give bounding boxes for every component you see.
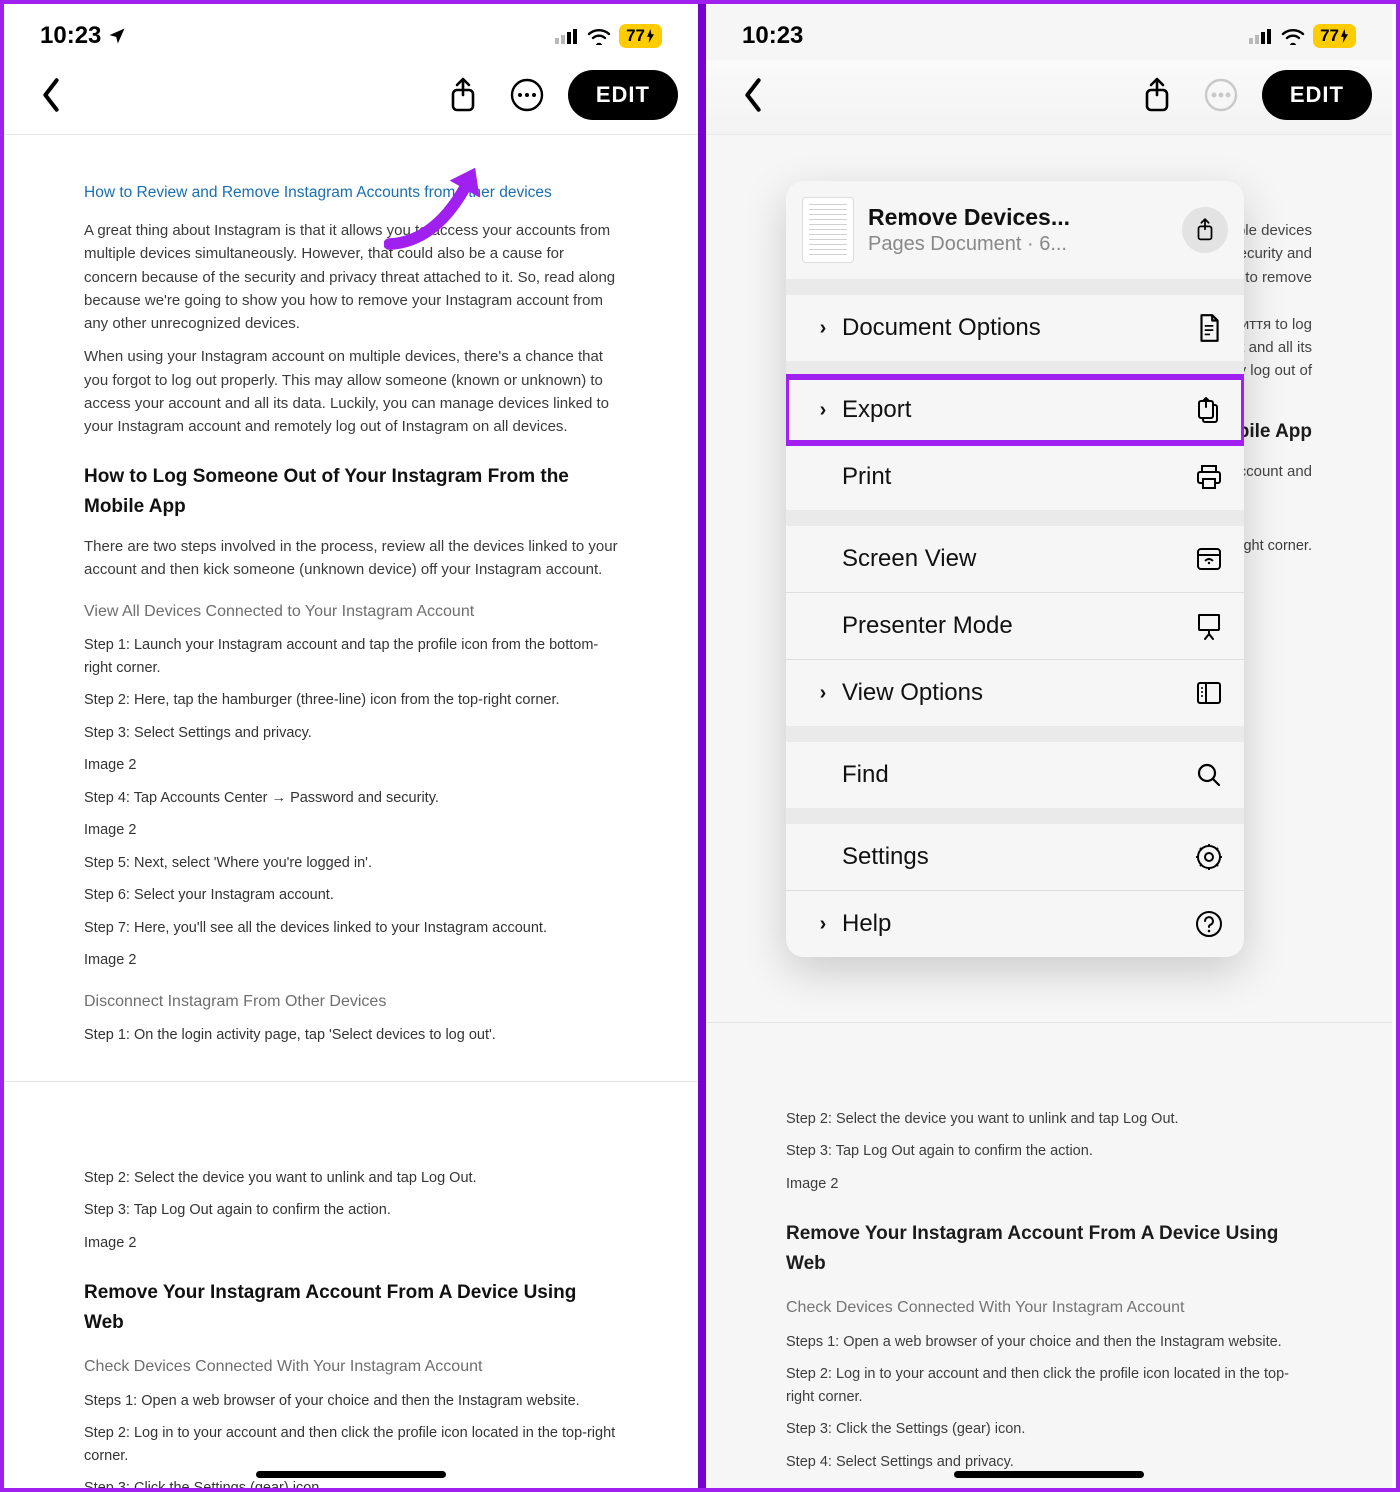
paragraph: When using your Instagram account on mul…	[84, 345, 618, 438]
step: Step 3: Tap Log Out again to confirm the…	[84, 1199, 618, 1221]
menu-view-options[interactable]: › View Options	[786, 660, 1244, 726]
chevron-right-icon: ›	[812, 913, 834, 936]
step: Step 2: Log in to your account and then …	[786, 1363, 1312, 1408]
menu-help[interactable]: › Help	[786, 891, 1244, 957]
export-icon	[1194, 395, 1224, 425]
menu-print[interactable]: › Print	[786, 444, 1244, 510]
menu-label: View Options	[842, 679, 983, 707]
cellular-icon	[1249, 28, 1273, 44]
heading: Remove Your Instagram Account From A Dev…	[84, 1278, 618, 1337]
step: Step 6: Select your Instagram account.	[84, 884, 618, 906]
chevron-right-icon: ›	[812, 317, 834, 340]
status-bar: 10:23 77	[4, 4, 698, 60]
step: Step 1: On the login activity page, tap …	[84, 1024, 618, 1046]
view-options-icon	[1194, 678, 1224, 708]
step: Step 3: Click the Settings (gear) icon.	[84, 1477, 618, 1488]
menu-presenter-mode[interactable]: › Presenter Mode	[786, 593, 1244, 659]
menu-document-options[interactable]: › Document Options	[786, 295, 1244, 361]
step: Steps 1: Open a web browser of your choi…	[84, 1390, 618, 1412]
image-placeholder: Image 2	[84, 1232, 618, 1254]
document-body: How to Review and Remove Instagram Accou…	[4, 135, 698, 1488]
printer-icon	[1194, 462, 1224, 492]
menu-label: Export	[842, 396, 911, 424]
popover-header: Remove Devices... Pages Document · 6...	[786, 181, 1244, 279]
clock: 10:23	[40, 22, 101, 50]
edit-button[interactable]: EDIT	[568, 70, 678, 120]
toolbar: EDIT	[706, 60, 1392, 134]
document-icon	[1194, 313, 1224, 343]
popover-share-button[interactable]	[1182, 207, 1228, 253]
step: Step 2: Log in to your account and then …	[84, 1422, 618, 1467]
menu-export[interactable]: › Export	[786, 377, 1244, 443]
clock: 10:23	[742, 22, 803, 50]
step: Step 4: Select Settings and privacy.	[786, 1451, 1312, 1473]
subheading: View All Devices Connected to Your Insta…	[84, 600, 618, 625]
subheading: Disconnect Instagram From Other Devices	[84, 990, 618, 1015]
status-bar: 10:23 77	[706, 4, 1392, 60]
toolbar: EDIT	[4, 60, 698, 134]
popover-subtitle: Pages Document · 6...	[868, 233, 1070, 256]
step: Step 7: Here, you'll see all the devices…	[84, 917, 618, 939]
menu-label: Document Options	[842, 314, 1041, 342]
menu-settings[interactable]: › Settings	[786, 824, 1244, 890]
wifi-icon	[587, 27, 611, 45]
battery-badge: 77	[619, 24, 662, 48]
document-thumbnail	[802, 197, 854, 263]
menu-label: Presenter Mode	[842, 612, 1013, 640]
step: Step 3: Select Settings and privacy.	[84, 722, 618, 744]
chevron-right-icon: ›	[812, 399, 834, 422]
step: Step 2: Select the device you want to un…	[786, 1108, 1312, 1130]
menu-label: Help	[842, 910, 891, 938]
paragraph: A great thing about Instagram is that it…	[84, 219, 618, 335]
menu-label: Screen View	[842, 545, 976, 573]
screen-view-icon	[1194, 544, 1224, 574]
menu-label: Find	[842, 761, 889, 789]
home-indicator[interactable]	[256, 1471, 446, 1478]
step: Step 5: Next, select 'Where you're logge…	[84, 852, 618, 874]
image-placeholder: Image 2	[786, 1173, 1312, 1195]
step: Step 2: Here, tap the hamburger (three-l…	[84, 689, 618, 711]
help-icon	[1194, 909, 1224, 939]
search-icon	[1194, 760, 1224, 790]
step: Steps 1: Open a web browser of your choi…	[786, 1331, 1312, 1353]
step: Step 2: Select the device you want to un…	[84, 1167, 618, 1189]
home-indicator[interactable]	[954, 1471, 1144, 1478]
image-placeholder: Image 2	[84, 819, 618, 841]
gear-icon	[1194, 842, 1224, 872]
share-button[interactable]	[1134, 72, 1180, 118]
step: Step 1: Launch your Instagram account an…	[84, 634, 618, 679]
image-placeholder: Image 2	[84, 754, 618, 776]
more-button[interactable]	[504, 72, 550, 118]
doc-title-link: How to Review and Remove Instagram Accou…	[84, 181, 618, 205]
subheading: Check Devices Connected With Your Instag…	[84, 1355, 618, 1380]
menu-find[interactable]: › Find	[786, 742, 1244, 808]
share-button[interactable]	[440, 72, 486, 118]
heading: How to Log Someone Out of Your Instagram…	[84, 462, 618, 521]
location-icon	[107, 26, 127, 46]
step: Step 3: Click the Settings (gear) icon.	[786, 1418, 1312, 1440]
back-button[interactable]	[28, 72, 74, 118]
image-placeholder: Image 2	[786, 1483, 1312, 1488]
page-break	[706, 1022, 1392, 1082]
chevron-right-icon: ›	[812, 682, 834, 705]
page-break	[4, 1081, 698, 1141]
more-button[interactable]	[1198, 72, 1244, 118]
more-menu-popover: Remove Devices... Pages Document · 6... …	[786, 181, 1244, 957]
step: Step 4: Tap Accounts Center → Password a…	[84, 787, 618, 809]
paragraph: There are two steps involved in the proc…	[84, 535, 618, 582]
menu-label: Print	[842, 463, 891, 491]
battery-badge: 77	[1313, 24, 1356, 48]
presenter-icon	[1194, 611, 1224, 641]
edit-button[interactable]: EDIT	[1262, 70, 1372, 120]
popover-title: Remove Devices...	[868, 204, 1070, 231]
subheading: Check Devices Connected With Your Instag…	[786, 1296, 1312, 1321]
menu-screen-view[interactable]: › Screen View	[786, 526, 1244, 592]
wifi-icon	[1281, 27, 1305, 45]
menu-label: Settings	[842, 843, 929, 871]
heading: Remove Your Instagram Account From A Dev…	[786, 1219, 1312, 1278]
back-button[interactable]	[730, 72, 776, 118]
cellular-icon	[555, 28, 579, 44]
image-placeholder: Image 2	[84, 949, 618, 971]
step: Step 3: Tap Log Out again to confirm the…	[786, 1140, 1312, 1162]
